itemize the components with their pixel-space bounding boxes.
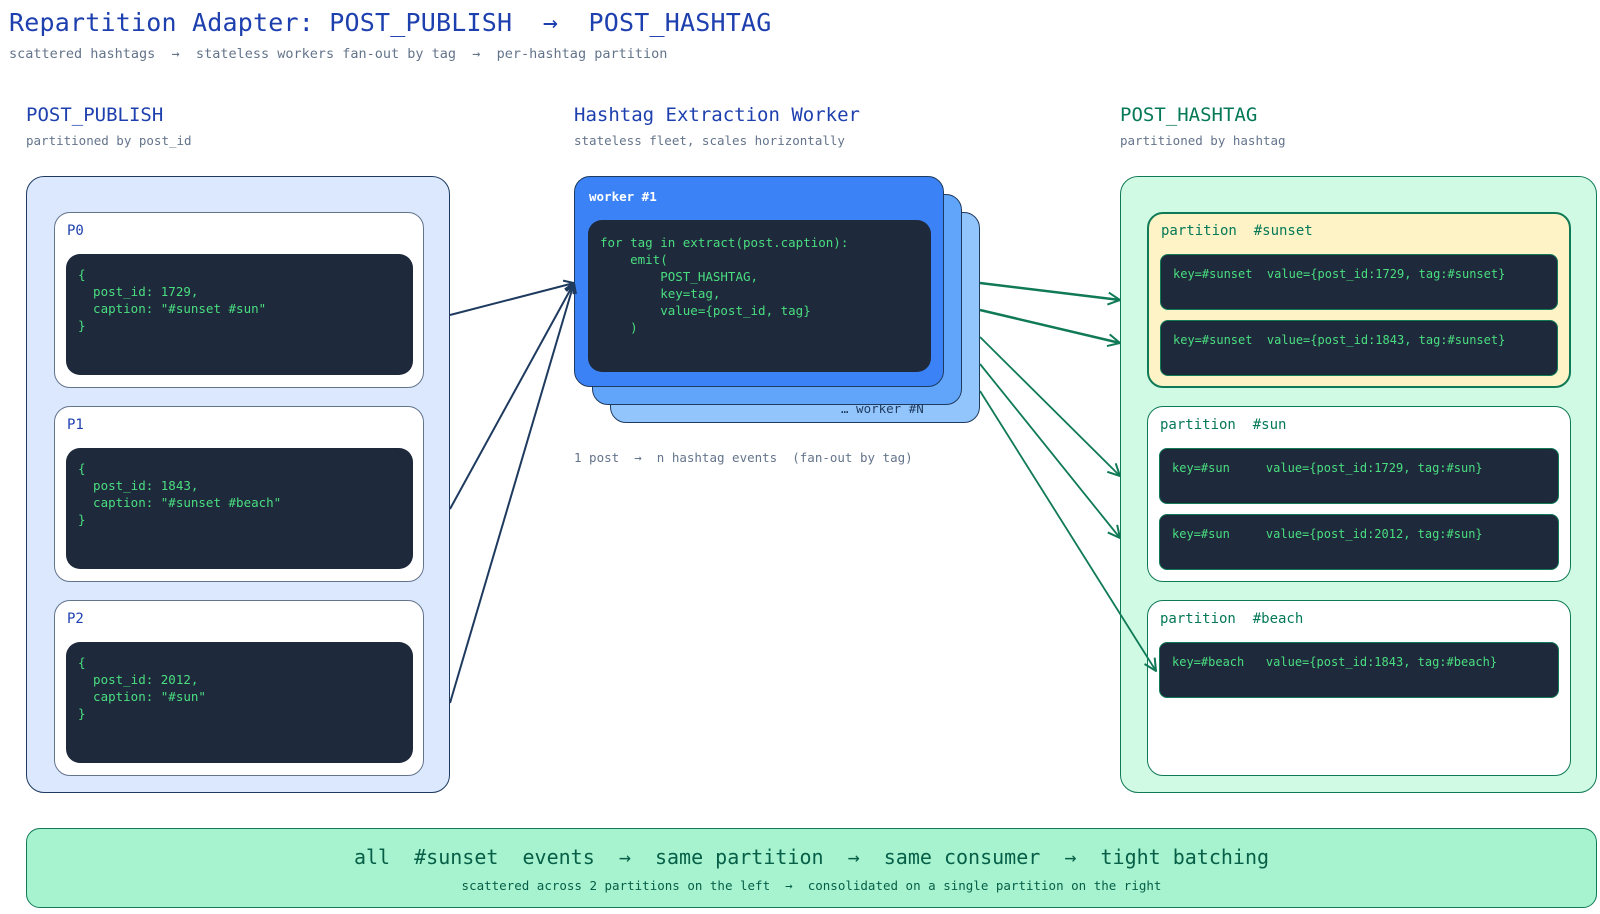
left-partition-p1: P1 { post_id: 1843, caption: "#sunset #b… (54, 406, 424, 582)
arrow-worker-to-sunset-2 (979, 308, 1120, 343)
banner-sub-text: scattered across 2 partitions on the lef… (461, 878, 1162, 893)
partition-label: partition #sunset (1161, 223, 1313, 239)
left-column-subtitle: partitioned by post_id (26, 133, 192, 148)
partition-label: P0 (67, 223, 84, 239)
right-partition-sun: partition #sun key=#sun value={post_id:1… (1147, 406, 1571, 582)
arrow-worker-to-sun-1 (979, 336, 1120, 476)
banner-main-text: all #sunset events → same partition → sa… (353, 845, 1270, 869)
event-payload: { post_id: 1729, caption: "#sunset #sun"… (66, 254, 413, 375)
diagram-title: Repartition Adapter: POST_PUBLISH → POST… (9, 8, 772, 37)
right-column-title: POST_HASHTAG (1120, 104, 1258, 126)
middle-column-subtitle: stateless fleet, scales horizontally (574, 133, 845, 148)
summary-banner: all #sunset events → same partition → sa… (26, 828, 1597, 908)
event-payload: { post_id: 1843, caption: "#sunset #beac… (66, 448, 413, 569)
partition-label: P2 (67, 611, 84, 627)
right-partition-beach: partition #beach key=#beach value={post_… (1147, 600, 1571, 776)
fanout-note: 1 post → n hashtag events (fan-out by ta… (574, 450, 913, 465)
arrow-p0-to-worker (449, 283, 574, 316)
arrow-p1-to-worker (449, 283, 574, 510)
arrow-worker-to-sunset-1 (979, 281, 1120, 300)
arrow-worker-to-sun-2 (979, 363, 1120, 538)
hashtag-record: key=#sunset value={post_id:1729, tag:#su… (1160, 254, 1558, 310)
partition-label: partition #sun (1160, 417, 1287, 433)
worker-code: for tag in extract(post.caption): emit( … (588, 220, 931, 372)
hashtag-record: key=#sun value={post_id:1729, tag:#sun} (1159, 448, 1559, 504)
partition-label: P1 (67, 417, 84, 433)
right-column-subtitle: partitioned by hashtag (1120, 133, 1286, 148)
event-payload: { post_id: 2012, caption: "#sun" } (66, 642, 413, 763)
post-publish-topic: P0 { post_id: 1729, caption: "#sunset #s… (26, 176, 450, 793)
left-partition-p2: P2 { post_id: 2012, caption: "#sun" } (54, 600, 424, 776)
partition-label: partition #beach (1160, 611, 1304, 627)
hashtag-record: key=#sun value={post_id:2012, tag:#sun} (1159, 514, 1559, 570)
right-partition-sunset: partition #sunset key=#sunset value={pos… (1147, 212, 1571, 388)
post-hashtag-topic: partition #sunset key=#sunset value={pos… (1120, 176, 1597, 793)
worker-card-1: worker #1 for tag in extract(post.captio… (574, 176, 944, 387)
left-column-title: POST_PUBLISH (26, 104, 164, 126)
diagram-subtitle: scattered hashtags → stateless workers f… (9, 46, 668, 62)
hashtag-record: key=#beach value={post_id:1843, tag:#bea… (1159, 642, 1559, 698)
hashtag-record: key=#sunset value={post_id:1843, tag:#su… (1160, 320, 1558, 376)
worker-label: worker #1 (589, 189, 657, 204)
left-partition-p0: P0 { post_id: 1729, caption: "#sunset #s… (54, 212, 424, 388)
middle-column-title: Hashtag Extraction Worker (574, 104, 860, 126)
arrow-p2-to-worker (449, 283, 574, 704)
